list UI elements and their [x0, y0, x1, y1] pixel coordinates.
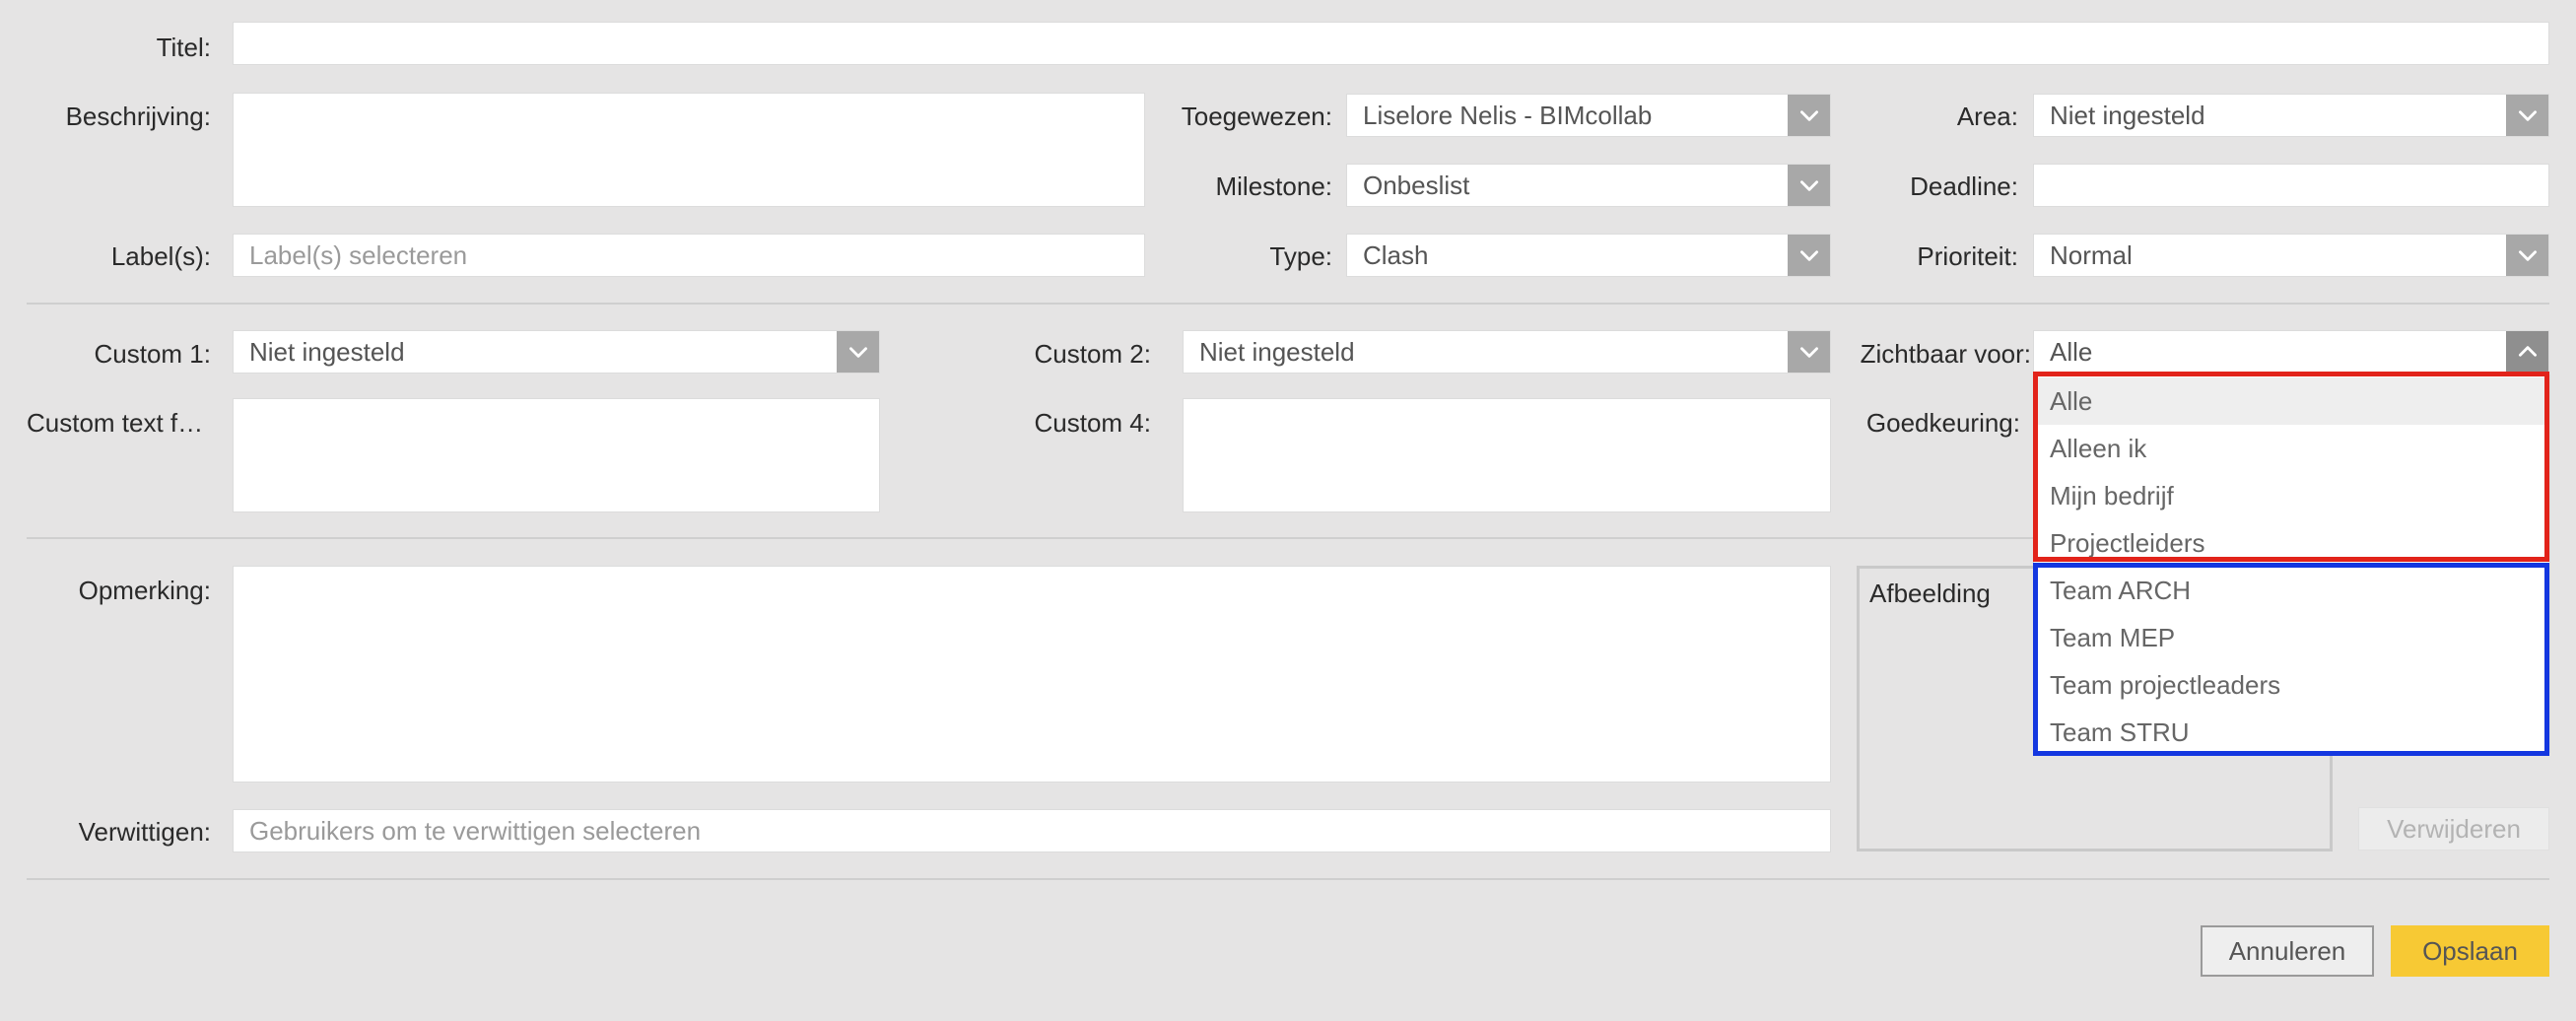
milestone-value: Onbeslist: [1363, 170, 1470, 200]
custom4-label: Custom 4:: [1034, 408, 1152, 438]
chevron-down-icon[interactable]: [2506, 95, 2548, 136]
prioriteit-value: Normal: [2050, 240, 2133, 270]
prioriteit-select[interactable]: Normal: [2033, 234, 2549, 277]
chevron-down-icon[interactable]: [1788, 235, 1830, 276]
chevron-down-icon[interactable]: [1788, 165, 1830, 206]
verwittigen-input[interactable]: Gebruikers om te verwittigen selecteren: [233, 809, 1831, 852]
goedkeuring-label: Goedkeuring:: [1865, 408, 2020, 438]
area-value: Niet ingesteld: [2050, 101, 2205, 130]
custom1-value: Niet ingesteld: [249, 337, 405, 367]
area-select[interactable]: Niet ingesteld: [2033, 94, 2549, 137]
custom4-textarea[interactable]: [1183, 398, 1831, 512]
zichtbaar-select[interactable]: Alle: [2033, 330, 2549, 374]
custom1-select[interactable]: Niet ingesteld: [233, 330, 880, 374]
section-divider: [27, 878, 2549, 880]
chevron-up-icon[interactable]: [2506, 331, 2548, 373]
toegewezen-select[interactable]: Liselore Nelis - BIMcollab: [1346, 94, 1831, 137]
custom2-select[interactable]: Niet ingesteld: [1183, 330, 1831, 374]
titel-label: Titel:: [156, 33, 211, 62]
section-divider: [27, 303, 2549, 305]
chevron-down-icon[interactable]: [1788, 331, 1830, 373]
save-button[interactable]: Opslaan: [2391, 925, 2549, 977]
type-label: Type:: [1269, 241, 1332, 271]
milestone-select[interactable]: Onbeslist: [1346, 164, 1831, 207]
customtext-textarea[interactable]: [233, 398, 880, 512]
prioriteit-label: Prioriteit:: [1917, 241, 2018, 271]
type-select[interactable]: Clash: [1346, 234, 1831, 277]
cancel-button[interactable]: Annuleren: [2201, 925, 2374, 977]
labels-input[interactable]: Label(s) selecteren: [233, 234, 1145, 277]
opmerking-label: Opmerking:: [78, 576, 211, 605]
chevron-down-icon[interactable]: [2506, 235, 2548, 276]
zichtbaar-value: Alle: [2050, 337, 2093, 367]
beschrijving-textarea[interactable]: [233, 93, 1145, 207]
type-value: Clash: [1363, 240, 1429, 270]
custom1-label: Custom 1:: [94, 339, 212, 369]
titel-input[interactable]: [233, 22, 2549, 65]
remove-image-button[interactable]: Verwijderen: [2358, 807, 2549, 851]
deadline-label: Deadline:: [1910, 171, 2018, 201]
toegewezen-value: Liselore Nelis - BIMcollab: [1363, 101, 1653, 130]
milestone-label: Milestone:: [1215, 171, 1333, 201]
highlight-box-red: [2033, 372, 2549, 562]
toegewezen-label: Toegewezen:: [1181, 102, 1332, 131]
verwittigen-label: Verwittigen:: [78, 817, 211, 847]
labels-label: Label(s):: [110, 241, 211, 271]
labels-placeholder: Label(s) selecteren: [249, 240, 468, 270]
deadline-input[interactable]: [2033, 164, 2549, 207]
image-label: Afbeelding: [1869, 579, 1991, 608]
customtext-label: Custom text f…: [27, 408, 204, 438]
highlight-box-blue: [2033, 563, 2549, 756]
zichtbaar-label: Zichtbaar voor:: [1860, 339, 2031, 369]
custom2-label: Custom 2:: [1034, 339, 1152, 369]
opmerking-textarea[interactable]: [233, 566, 1831, 783]
chevron-down-icon[interactable]: [1788, 95, 1830, 136]
chevron-down-icon[interactable]: [837, 331, 879, 373]
verwittigen-placeholder: Gebruikers om te verwittigen selecteren: [249, 816, 702, 846]
beschrijving-label: Beschrijving:: [65, 102, 211, 131]
custom2-value: Niet ingesteld: [1199, 337, 1355, 367]
area-label: Area:: [1956, 102, 2018, 131]
